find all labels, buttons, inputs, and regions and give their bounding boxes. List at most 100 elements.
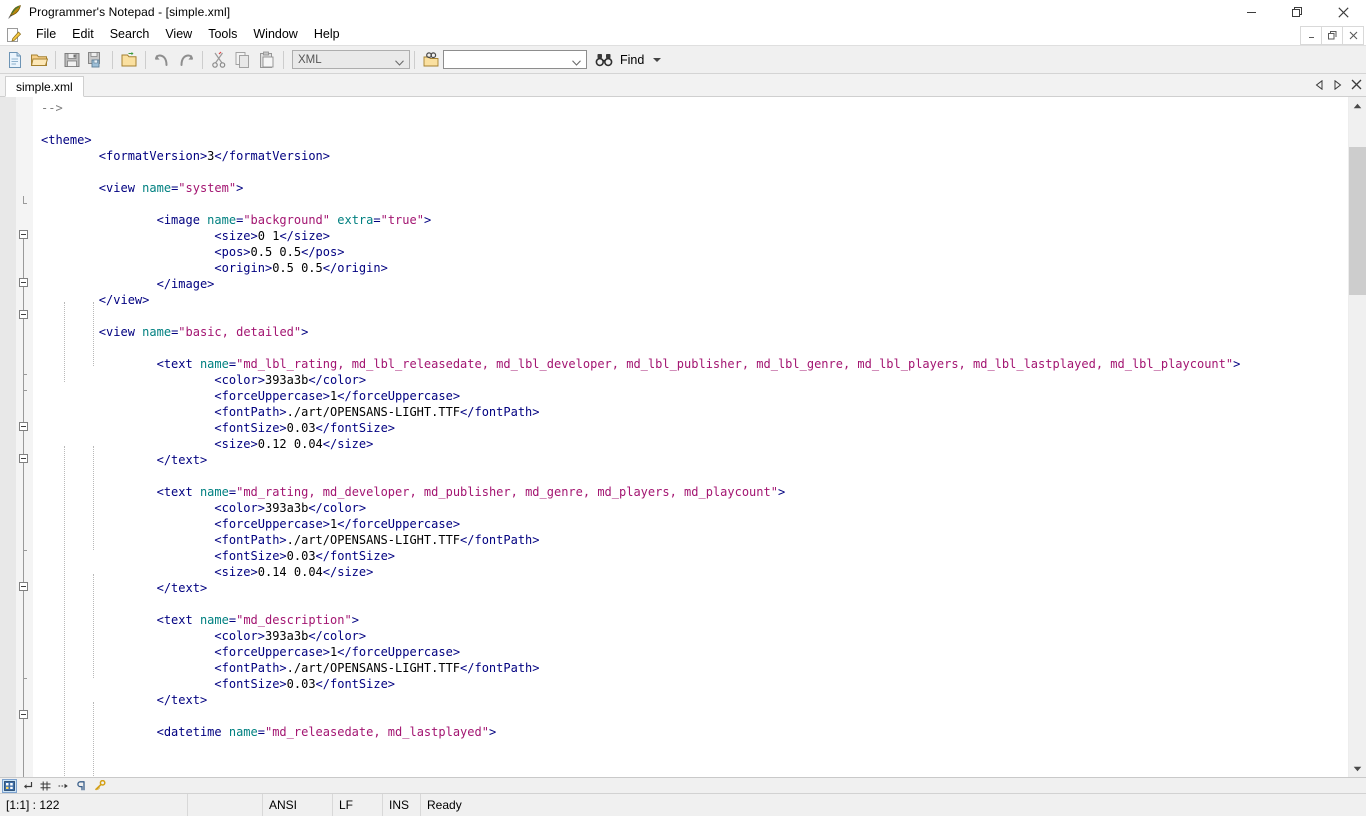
cut-button[interactable] (207, 48, 231, 71)
code-token: <view (41, 181, 143, 195)
fold-toggle-image[interactable] (19, 310, 28, 319)
code-text[interactable]: --> <theme> <formatVersion>3</formatVers… (33, 97, 1348, 777)
code-token: "true" (380, 213, 424, 227)
maximize-button[interactable] (1274, 0, 1320, 24)
code-token: "system" (178, 181, 237, 195)
fold-toggle-text-desc[interactable] (19, 710, 28, 719)
menu-view[interactable]: View (157, 25, 200, 44)
code-token: name (199, 357, 229, 371)
copy-button[interactable] (231, 48, 255, 71)
status-message: Ready (427, 798, 462, 812)
menu-help[interactable]: Help (306, 25, 348, 44)
fold-margin[interactable] (16, 97, 33, 777)
open-folder-icon (30, 51, 48, 69)
triangle-right-icon[interactable] (1333, 77, 1342, 95)
fold-toggle-text-md[interactable] (19, 582, 28, 591)
save-all-icon (87, 51, 105, 69)
chevron-down-icon[interactable] (572, 57, 581, 69)
mdi-close-button[interactable] (1342, 26, 1364, 45)
code-line: <fontSize>0.03</fontSize> (41, 676, 1240, 692)
editor-options-toolbar (0, 777, 1366, 793)
mdi-minimize-button[interactable] (1300, 26, 1322, 45)
scheme-value: XML (298, 53, 322, 66)
new-file-button[interactable] (3, 48, 27, 71)
toolbar-separator (145, 50, 146, 69)
code-token: > (301, 325, 309, 339)
menu-file[interactable]: File (28, 25, 64, 44)
redo-button[interactable] (174, 48, 198, 71)
fold-toggle-view-basic[interactable] (19, 422, 28, 431)
find-button[interactable] (593, 48, 615, 71)
toggle-line-endings-button[interactable] (20, 779, 35, 793)
code-token: 393a3b (264, 501, 309, 515)
find-in-files-icon (422, 51, 440, 69)
code-token: </color> (308, 373, 367, 387)
code-token: </forceUppercase> (337, 389, 461, 403)
indent-guides-icon (40, 781, 51, 791)
toggle-highlight-button[interactable] (92, 779, 107, 793)
code-token: </image> (41, 277, 215, 291)
code-line: <datetime name="md_releasedate, md_lastp… (41, 724, 1240, 740)
find-input[interactable] (443, 50, 587, 69)
tab-arrow-icon (58, 781, 69, 791)
selection-margin[interactable] (0, 97, 16, 777)
paste-button[interactable] (255, 48, 279, 71)
chevron-down-icon (395, 57, 404, 69)
caret-down-icon[interactable] (653, 57, 662, 62)
code-line: </text> (41, 580, 1240, 596)
menu-search[interactable]: Search (102, 25, 158, 44)
pilcrow-icon (76, 780, 87, 791)
code-token: "basic, detailed" (178, 325, 302, 339)
code-line: </view> (41, 292, 1240, 308)
scheme-selector[interactable]: XML (292, 50, 410, 69)
code-token: </origin> (322, 261, 388, 275)
code-token: "md_lbl_rating, md_lbl_releasedate, md_l… (236, 357, 1234, 371)
toggle-paragraph-marks-button[interactable] (74, 779, 89, 793)
close-tab-icon[interactable] (1351, 77, 1362, 95)
scrollbar-thumb[interactable] (1349, 147, 1366, 295)
find-in-files-button[interactable] (419, 48, 443, 71)
code-token: </fontSize> (315, 549, 396, 563)
close-button[interactable] (1320, 0, 1366, 24)
code-token: <text (41, 613, 200, 627)
code-token: </color> (308, 629, 367, 643)
menu-edit[interactable]: Edit (64, 25, 102, 44)
toggle-whitespace-button[interactable] (2, 778, 17, 793)
toggle-tabs-button[interactable] (56, 779, 71, 793)
code-token: </view> (41, 293, 150, 307)
open-project-button[interactable] (117, 48, 141, 71)
find-button-label[interactable]: Find (620, 53, 644, 67)
scroll-up-arrow-icon[interactable] (1349, 97, 1366, 114)
undo-button[interactable] (150, 48, 174, 71)
code-line: <image name="background" extra="true"> (41, 212, 1240, 228)
minimize-button[interactable] (1228, 0, 1274, 24)
code-token: = (373, 213, 381, 227)
code-line: <fontSize>0.03</fontSize> (41, 548, 1240, 564)
save-all-button[interactable] (84, 48, 108, 71)
open-file-button[interactable] (27, 48, 51, 71)
undo-arrow-icon (153, 51, 171, 69)
code-token: </fontSize> (315, 421, 396, 435)
triangle-left-icon[interactable] (1315, 77, 1324, 95)
encoding-indicator: ANSI (263, 794, 333, 816)
paste-icon (258, 51, 276, 69)
code-token: "md_releasedate, md_lastplayed" (264, 725, 489, 739)
menu-window[interactable]: Window (245, 25, 305, 44)
mdi-restore-button[interactable] (1321, 26, 1343, 45)
menu-tools[interactable]: Tools (200, 25, 245, 44)
line-ending-icon (22, 781, 33, 791)
fold-toggle-text-lbl[interactable] (19, 454, 28, 463)
fold-toggle-theme[interactable] (19, 230, 28, 239)
save-button[interactable] (60, 48, 84, 71)
toolbar-separator (112, 50, 113, 69)
code-token: 0.03 (286, 677, 316, 691)
code-token: > (423, 213, 432, 227)
code-token: name (142, 325, 172, 339)
fold-toggle-view-system[interactable] (19, 278, 28, 287)
tab-simple-xml[interactable]: simple.xml (5, 76, 84, 97)
vertical-scrollbar[interactable] (1348, 97, 1366, 777)
scroll-down-arrow-icon[interactable] (1349, 760, 1366, 777)
toggle-indent-guides-button[interactable] (38, 779, 53, 793)
